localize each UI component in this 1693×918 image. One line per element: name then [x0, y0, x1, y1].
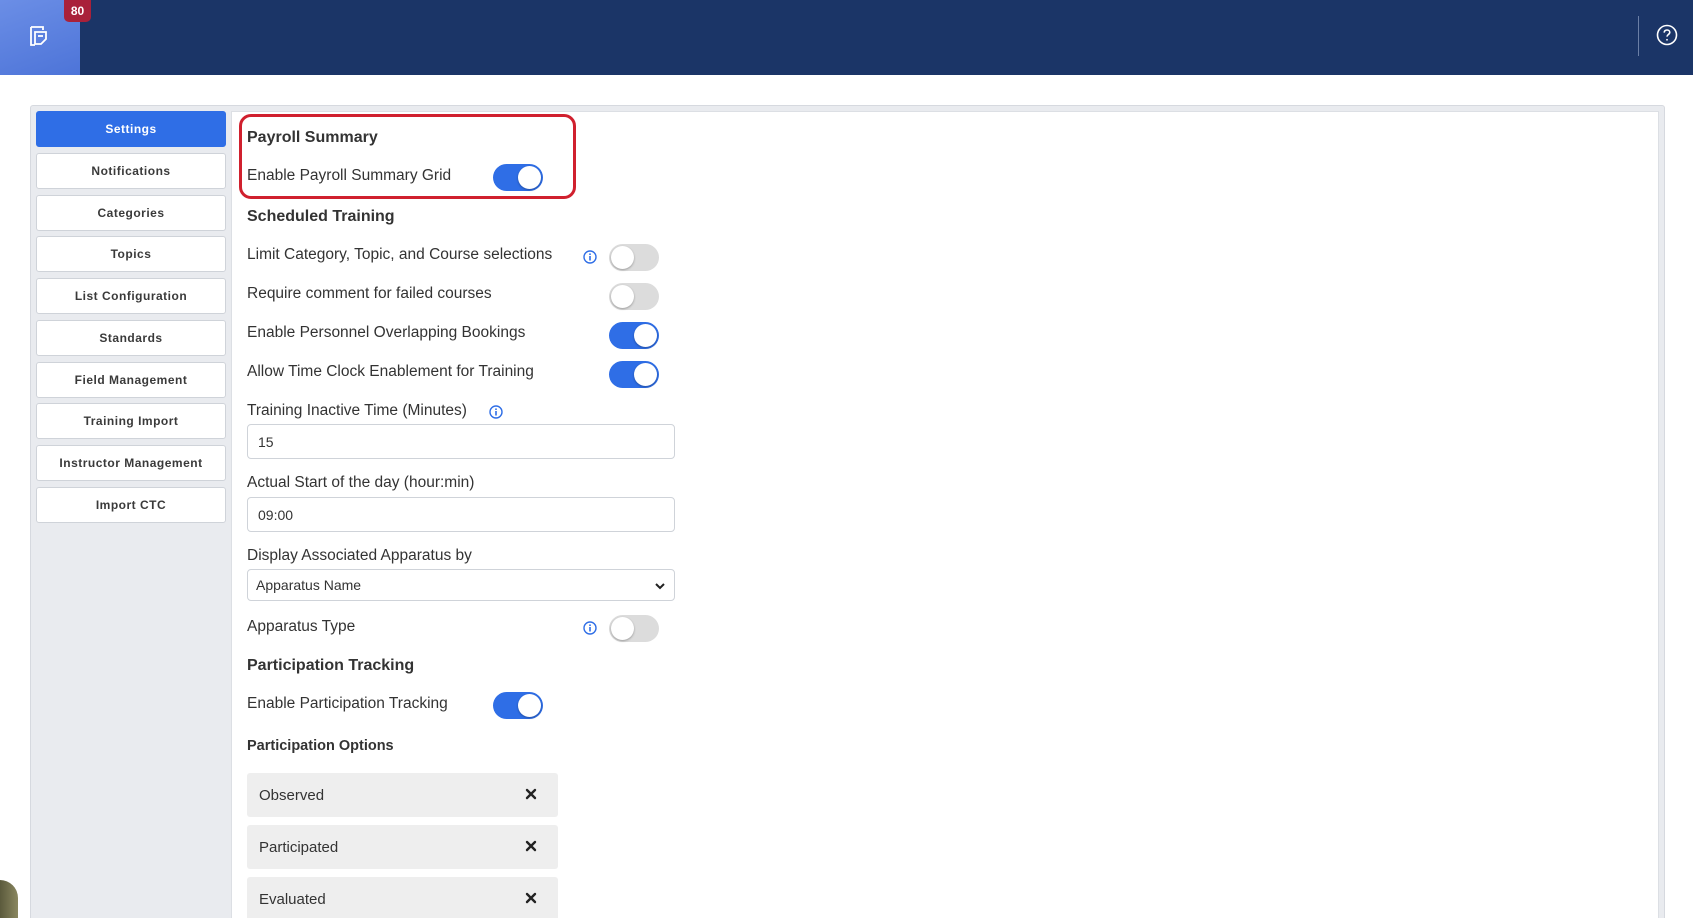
enable-participation-toggle[interactable]	[493, 692, 543, 719]
sidebar-item-standards[interactable]: Standards	[36, 320, 226, 356]
overlapping-bookings-label: Enable Personnel Overlapping Bookings	[247, 324, 526, 341]
limit-selections-label: Limit Category, Topic, and Course select…	[247, 246, 553, 263]
inactive-time-label: Training Inactive Time (Minutes)	[247, 402, 467, 419]
sidebar-item-topics[interactable]: Topics	[36, 236, 226, 272]
participation-option: Evaluated	[247, 877, 558, 918]
participation-option-label: Participated	[259, 838, 339, 856]
apparatus-by-value: Apparatus Name	[256, 577, 362, 593]
scheduled-training-heading: Scheduled Training	[247, 208, 395, 225]
inactive-time-input[interactable]	[247, 424, 675, 459]
top-bar: 80	[0, 0, 1693, 75]
sidebar-item-list-configuration[interactable]: List Configuration	[36, 278, 226, 314]
sidebar-item-notifications[interactable]: Notifications	[36, 153, 226, 189]
participation-tracking-heading: Participation Tracking	[247, 657, 415, 674]
question-circle-icon[interactable]	[1656, 24, 1678, 46]
participation-options-label: Participation Options	[247, 738, 394, 754]
chevron-down-icon	[655, 583, 665, 590]
toggle-knob	[634, 363, 657, 386]
apparatus-by-label: Display Associated Apparatus by	[247, 547, 472, 564]
participation-option: Observed	[247, 773, 558, 817]
sidebar-item-instructor-management[interactable]: Instructor Management	[36, 445, 226, 481]
time-clock-toggle[interactable]	[609, 361, 659, 388]
enable-payroll-grid-label: Enable Payroll Summary Grid	[247, 167, 452, 184]
participation-option-label: Observed	[259, 786, 325, 804]
close-icon[interactable]	[524, 839, 538, 853]
notification-badge: 80	[64, 0, 91, 22]
overlapping-bookings-toggle[interactable]	[609, 322, 659, 349]
payroll-summary-heading: Payroll Summary	[247, 129, 378, 146]
sidebar-item-import-ctc[interactable]: Import CTC	[36, 487, 226, 523]
limit-selections-toggle[interactable]	[609, 244, 659, 271]
info-icon[interactable]	[583, 621, 597, 635]
toggle-knob	[518, 694, 541, 717]
apparatus-type-toggle[interactable]	[609, 615, 659, 642]
sidebar-item-settings[interactable]: Settings	[36, 111, 226, 147]
require-comment-label: Require comment for failed courses	[247, 285, 492, 302]
require-comment-toggle[interactable]	[609, 283, 659, 310]
toggle-knob	[611, 246, 634, 269]
enable-payroll-grid-toggle[interactable]	[493, 164, 543, 191]
close-icon[interactable]	[524, 891, 538, 905]
apparatus-type-label: Apparatus Type	[247, 618, 356, 635]
document-stack-icon	[30, 26, 47, 46]
toggle-knob	[611, 285, 634, 308]
window-corner	[0, 880, 18, 918]
apparatus-by-select[interactable]: Apparatus Name	[247, 569, 675, 601]
toggle-knob	[634, 324, 657, 347]
info-icon[interactable]	[583, 250, 597, 264]
sidebar-item-field-management[interactable]: Field Management	[36, 362, 226, 398]
sidebar-item-categories[interactable]: Categories	[36, 195, 226, 231]
toggle-knob	[518, 166, 541, 189]
topbar-divider	[1638, 16, 1639, 56]
time-clock-label: Allow Time Clock Enablement for Training	[247, 363, 534, 380]
toggle-knob	[611, 617, 634, 640]
start-of-day-input[interactable]	[247, 497, 675, 532]
info-icon[interactable]	[489, 405, 503, 419]
participation-option: Participated	[247, 825, 558, 869]
start-of-day-label: Actual Start of the day (hour:min)	[247, 474, 475, 491]
participation-option-label: Evaluated	[259, 890, 326, 908]
close-icon[interactable]	[524, 787, 538, 801]
enable-participation-label: Enable Participation Tracking	[247, 695, 448, 712]
sidebar-item-training-import[interactable]: Training Import	[36, 403, 226, 439]
